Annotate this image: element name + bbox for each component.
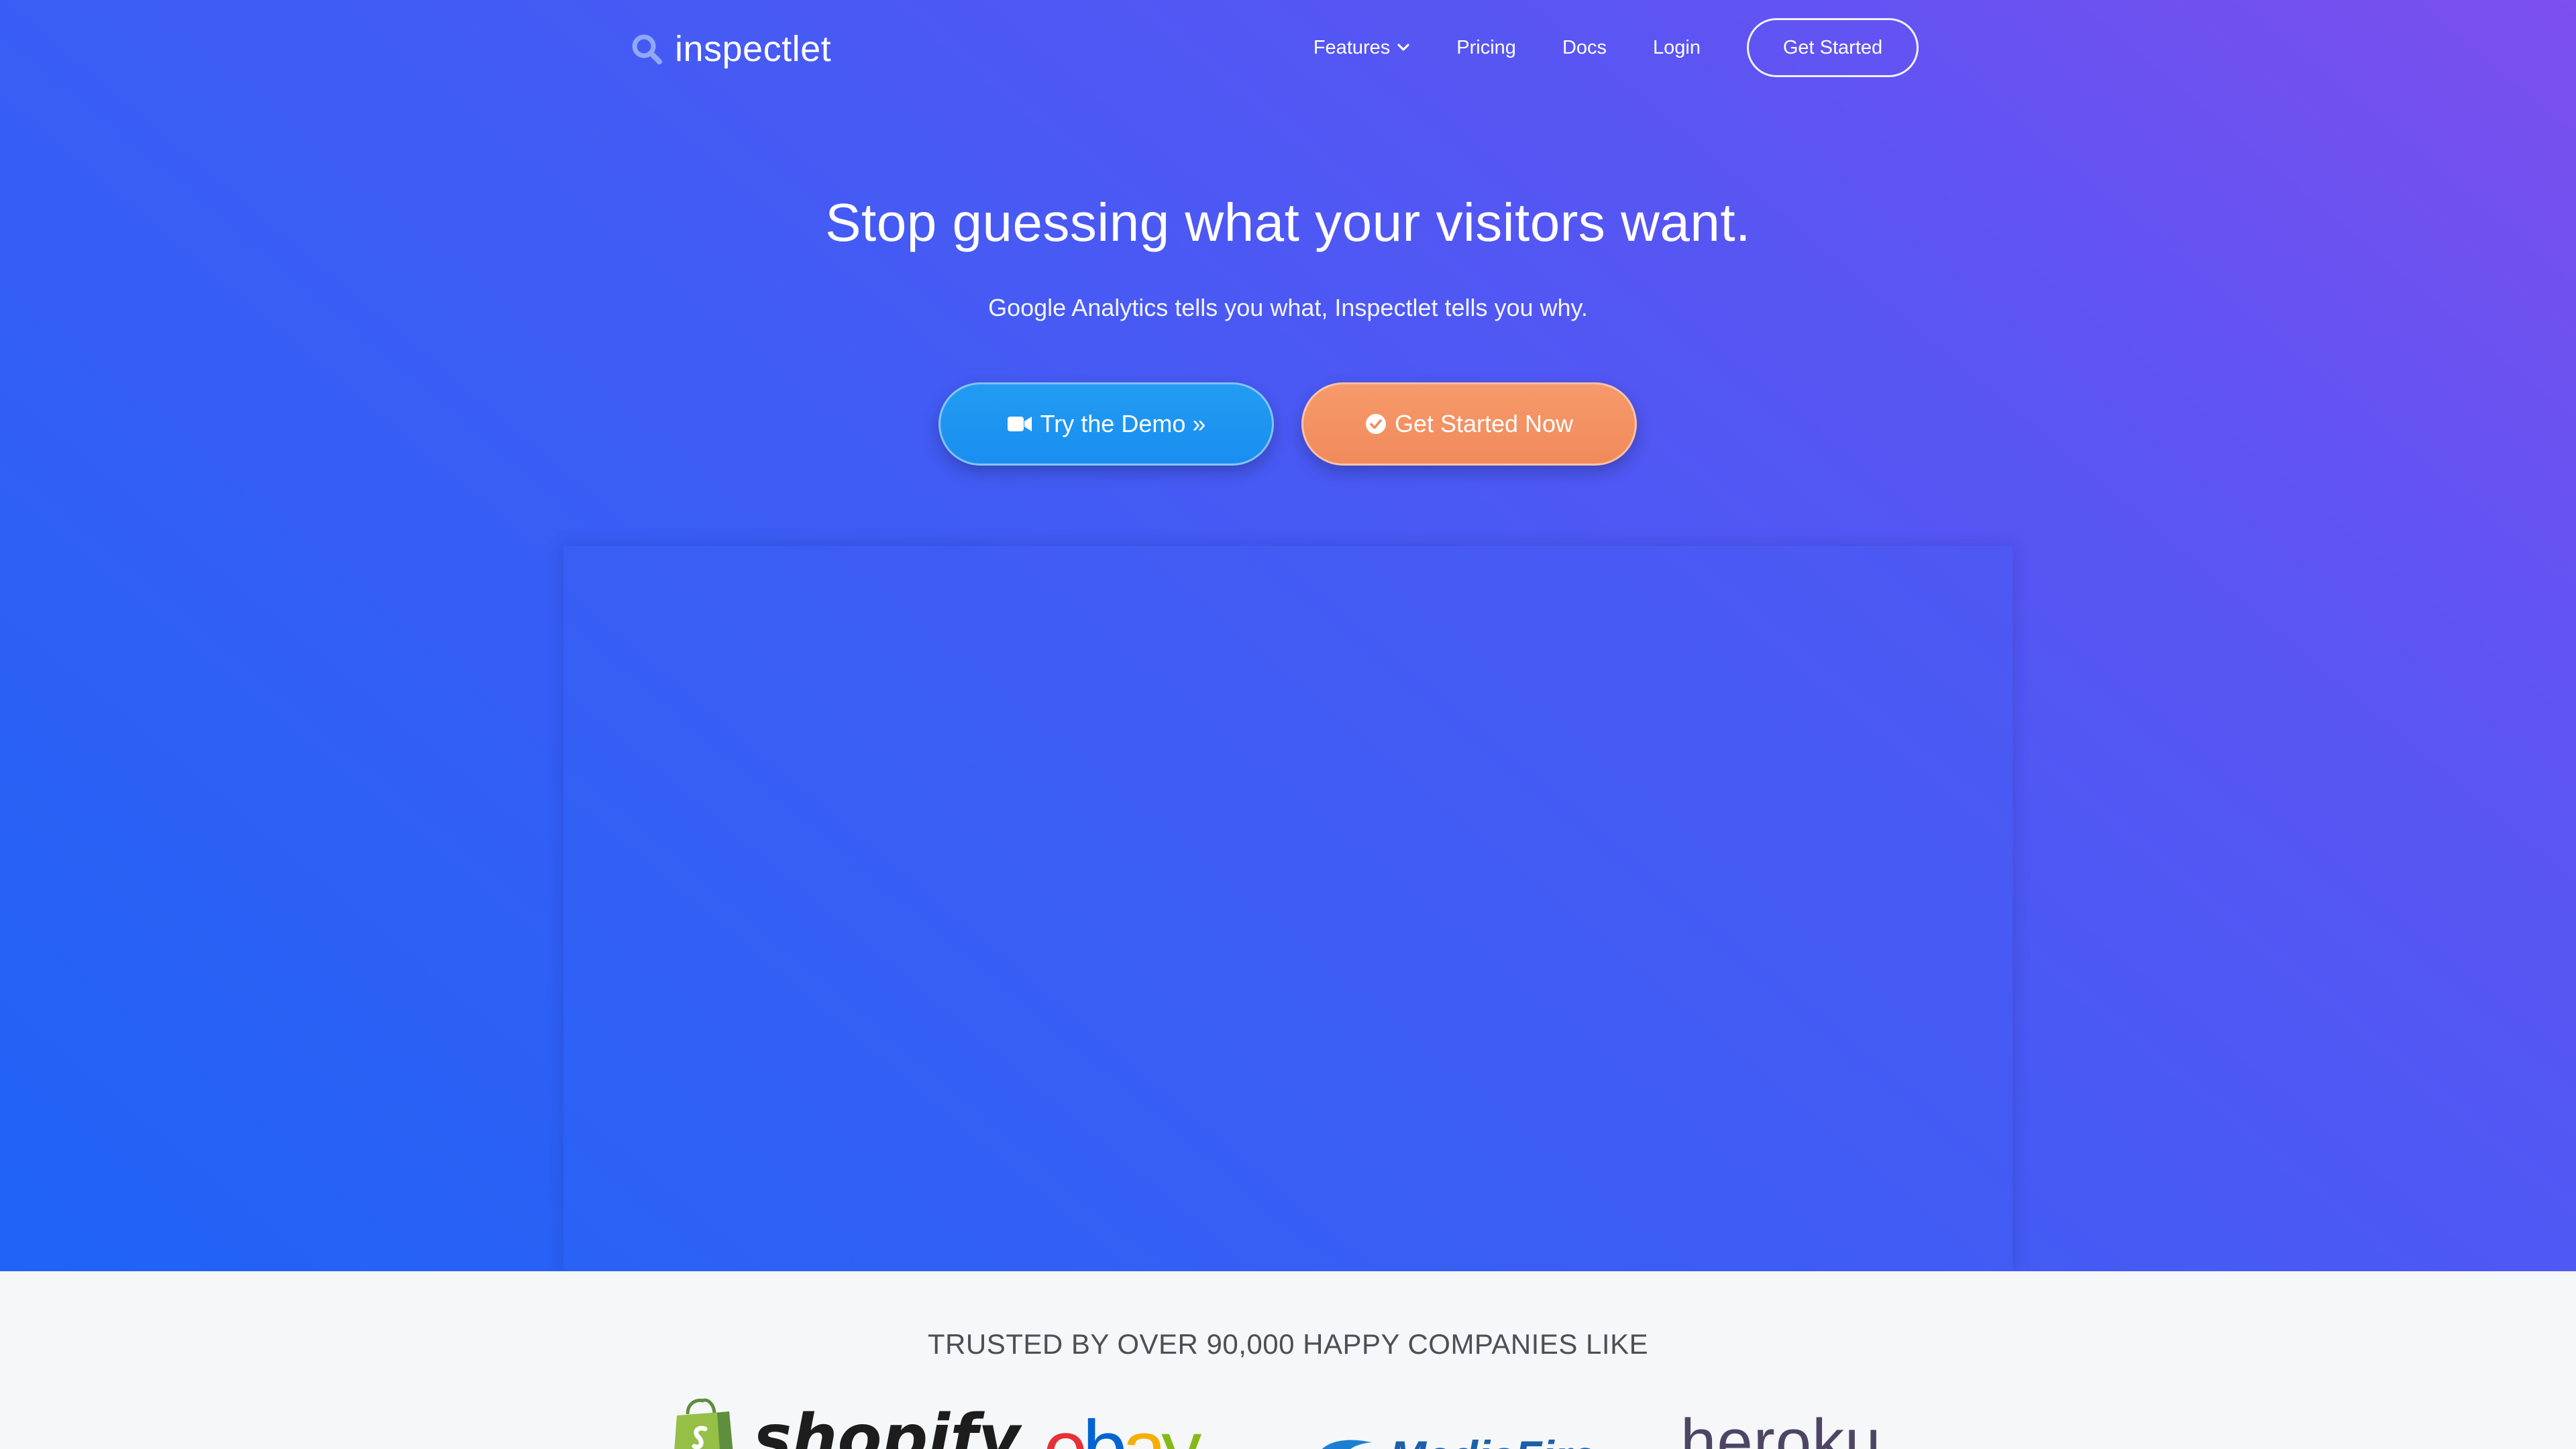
nav-item-label: Features <box>1313 36 1391 58</box>
heroku-logo: heroku <box>1680 1410 1882 1449</box>
nav-item-label: Docs <box>1562 36 1607 58</box>
nav-item-label: Pricing <box>1456 36 1516 58</box>
ebay-wordmark: ebay <box>1043 1409 1201 1449</box>
mediafire-wordmark: MediaFire <box>1389 1434 1596 1449</box>
nav-item-docs[interactable]: Docs <box>1562 37 1607 59</box>
get-started-nav-button[interactable]: Get Started <box>1747 18 1919 77</box>
customer-logos: shopify ebay MediaFire heroku <box>0 1395 2576 1449</box>
ebay-logo: ebay <box>1043 1409 1201 1449</box>
chevron-down-icon <box>1397 43 1410 52</box>
ebay-letter-e: e <box>1043 1404 1088 1449</box>
get-started-now-label: Get Started Now <box>1394 410 1574 437</box>
nav-item-pricing[interactable]: Pricing <box>1456 37 1516 59</box>
brand-name: inspectlet <box>675 29 832 69</box>
heroku-wordmark: heroku <box>1680 1406 1882 1449</box>
mediafire-logo: MediaFire <box>1311 1429 1596 1449</box>
nav-item-login[interactable]: Login <box>1653 37 1701 59</box>
try-demo-button[interactable]: Try the Demo » <box>938 382 1274 466</box>
video-camera-icon <box>1007 415 1032 433</box>
nav-item-label: Login <box>1653 36 1701 58</box>
ebay-letter-a: a <box>1122 1404 1167 1449</box>
get-started-now-button[interactable]: Get Started Now <box>1301 382 1637 466</box>
shopify-bag-icon <box>667 1395 741 1449</box>
check-circle-icon <box>1365 413 1387 435</box>
ebay-letter-b: b <box>1082 1404 1128 1449</box>
try-demo-label: Try the Demo » <box>1040 410 1206 437</box>
mediafire-flame-icon <box>1311 1429 1385 1449</box>
nav-item-features[interactable]: Features <box>1313 37 1410 59</box>
hero-headline: Stop guessing what your visitors want. <box>825 193 1751 252</box>
search-icon <box>631 33 663 65</box>
brand-logo[interactable]: inspectlet <box>631 25 831 72</box>
ebay-letter-y: y <box>1161 1404 1201 1449</box>
shopify-logo: shopify <box>667 1395 1020 1449</box>
hero-section: inspectlet Features Pricing Docs Login G… <box>0 0 2576 1271</box>
page: inspectlet Features Pricing Docs Login G… <box>0 0 2576 1449</box>
demo-video-frame[interactable] <box>564 546 2012 1271</box>
shopify-wordmark: shopify <box>753 1401 1020 1449</box>
hero-subheadline: Google Analytics tells you what, Inspect… <box>988 294 1588 321</box>
main-nav: Features Pricing Docs Login Get Started <box>1313 17 1919 78</box>
trusted-by-title: TRUSTED BY OVER 90,000 HAPPY COMPANIES L… <box>927 1328 1649 1360</box>
